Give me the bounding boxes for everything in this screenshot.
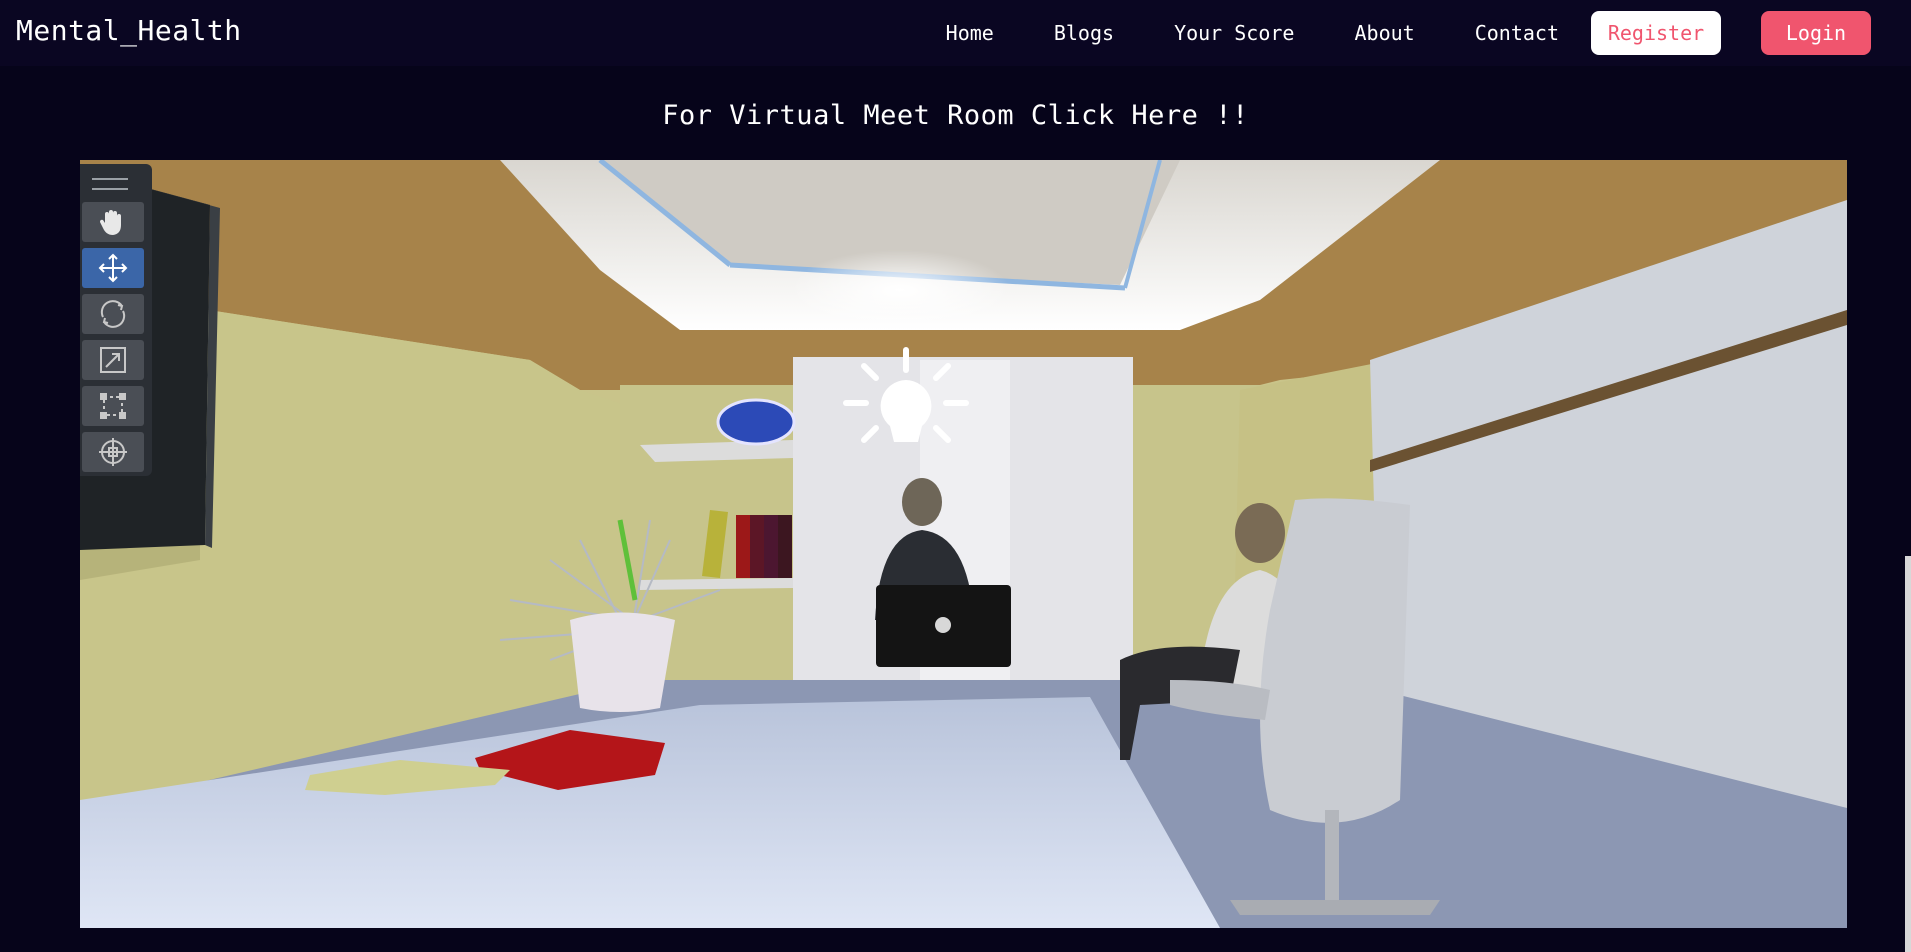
scale-icon[interactable] [82,340,144,380]
page-scrollbar[interactable] [1905,556,1911,952]
rotate-icon[interactable] [82,294,144,334]
virtual-meet-link[interactable]: For Virtual Meet Room Click Here !! [0,100,1911,131]
scene-toolbar [80,164,152,476]
rect-icon[interactable] [82,386,144,426]
virtual-room-viewport[interactable] [80,160,1847,928]
nav-about[interactable]: About [1354,21,1414,45]
nav-blogs[interactable]: Blogs [1054,21,1114,45]
room-scene [80,160,1847,928]
nav-links: Home Blogs Your Score About Contact Regi… [946,10,1871,56]
cup [570,612,675,712]
transform-icon[interactable] [82,432,144,472]
toolbar-grip[interactable] [92,178,128,190]
shelf-bottom [640,578,793,590]
move-icon[interactable] [82,248,144,288]
nav-home[interactable]: Home [946,21,994,45]
brand-logo[interactable]: Mental_Health [16,14,242,47]
nav-contact[interactable]: Contact [1475,21,1559,45]
navbar: Mental_Health Home Blogs Your Score Abou… [0,0,1911,66]
register-button[interactable]: Register [1591,11,1721,55]
hand-icon[interactable] [82,202,144,242]
nav-your-score[interactable]: Your Score [1174,21,1294,45]
login-button[interactable]: Login [1761,11,1871,55]
